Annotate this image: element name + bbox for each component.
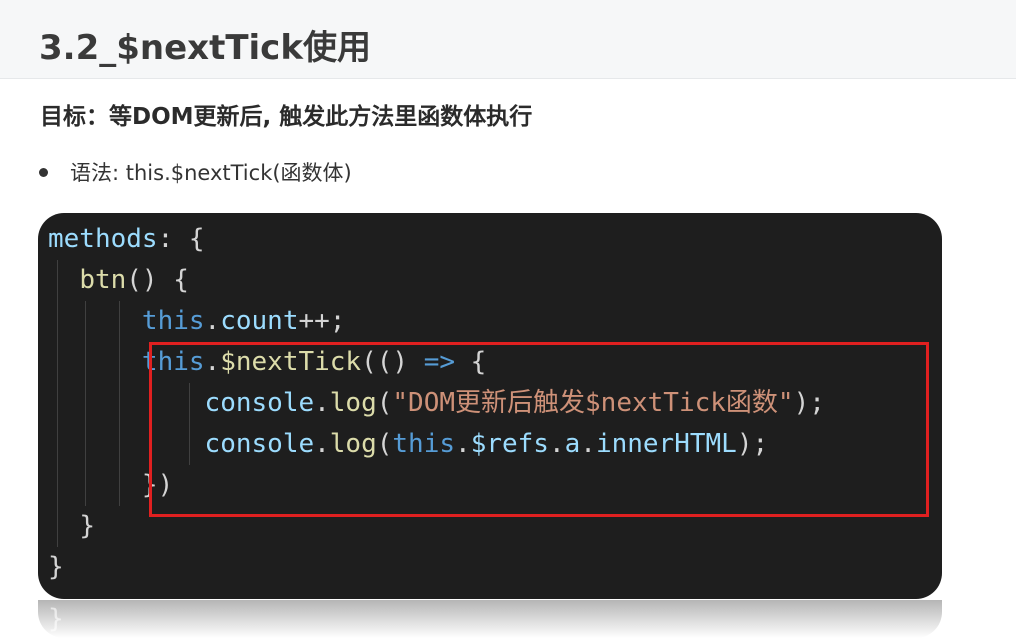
code-token: } xyxy=(48,552,64,582)
code-token: () { xyxy=(126,265,189,295)
code-line-9: } xyxy=(48,547,825,588)
code-token: methods xyxy=(48,224,158,254)
highlight-box xyxy=(149,342,929,517)
code-line-1: methods: { xyxy=(48,219,825,260)
code-token: this xyxy=(141,306,205,336)
syntax-bullet: 语法: this.$nextTick(函数体) xyxy=(39,157,352,187)
code-token: . xyxy=(204,306,221,336)
code-reflection xyxy=(38,600,942,638)
code-token: btn xyxy=(79,265,127,295)
code-token: : { xyxy=(157,224,205,254)
page-title: 3.2_$nextTick使用 xyxy=(39,28,371,68)
goal-heading: 目标：等DOM更新后, 触发此方法里函数体执行 xyxy=(40,104,533,130)
reflection-brace: } xyxy=(48,604,64,634)
syntax-text: 语法: this.$nextTick(函数体) xyxy=(70,161,352,185)
code-token: ++; xyxy=(298,306,346,336)
code-line-2: btn() { xyxy=(48,260,825,301)
code-block: methods: { btn() { this.count++; this.$n… xyxy=(38,213,942,599)
code-token: } xyxy=(79,511,95,541)
bullet-dot-icon xyxy=(39,167,48,177)
code-token: count xyxy=(220,306,299,336)
code-line-3: this.count++; xyxy=(48,301,825,342)
page-header: 3.2_$nextTick使用 xyxy=(0,0,1016,79)
